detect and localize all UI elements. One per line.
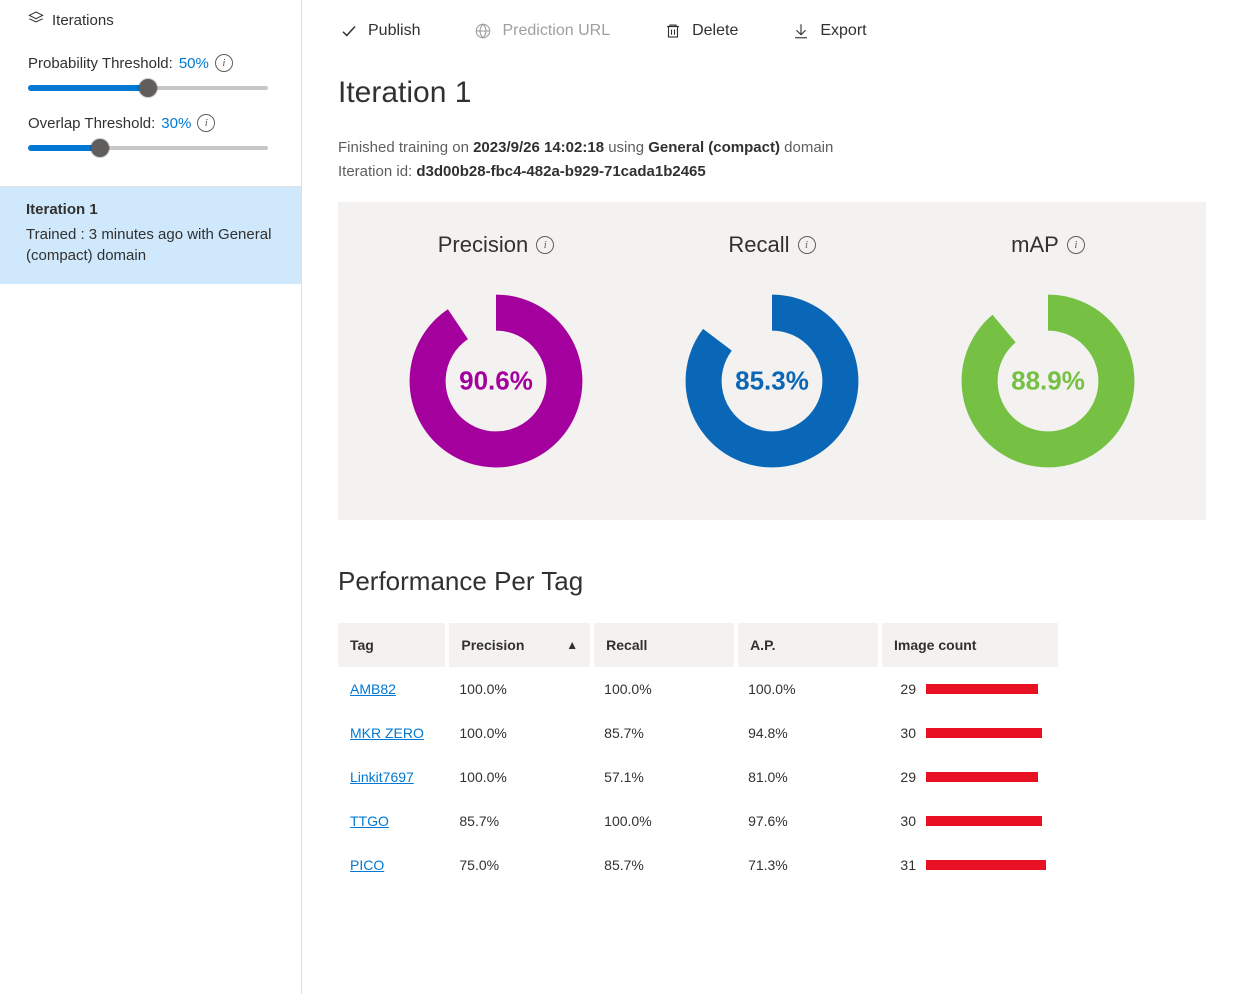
cell-recall: 100.0% (592, 799, 736, 843)
tag-link[interactable]: AMB82 (350, 681, 396, 697)
table-row: AMB82100.0%100.0%100.0%29 (338, 667, 1058, 711)
iterations-header-label: Iterations (52, 12, 114, 29)
overlap-threshold-row: Overlap Threshold: 30% i (28, 114, 287, 132)
overlap-threshold-value: 30% (161, 115, 191, 132)
cell-precision: 85.7% (447, 799, 592, 843)
main-content: Publish Prediction URL Delete (302, 0, 1250, 994)
image-count-cell: 31 (892, 857, 1046, 873)
cell-ap: 71.3% (736, 843, 880, 887)
delete-button[interactable]: Delete (664, 22, 738, 40)
cell-recall: 85.7% (592, 843, 736, 887)
map-stat: mAP i 88.9% (958, 232, 1138, 480)
sidebar: Iterations Probability Threshold: 50% i … (0, 0, 302, 994)
iteration-item-title: Iteration 1 (26, 201, 285, 218)
iteration-list-item[interactable]: Iteration 1 Trained : 3 minutes ago with… (0, 187, 301, 284)
cell-precision: 100.0% (447, 711, 592, 755)
probability-threshold-row: Probability Threshold: 50% i (28, 54, 287, 72)
precision-stat: Precision i 90.6% (406, 232, 586, 480)
map-value: 88.9% (1011, 366, 1085, 397)
globe-icon (474, 22, 492, 40)
performance-per-tag-title: Performance Per Tag (338, 566, 1206, 597)
info-icon[interactable]: i (798, 236, 816, 254)
col-recall[interactable]: Recall (592, 623, 736, 667)
prediction-url-button: Prediction URL (474, 22, 610, 40)
map-label: mAP (1011, 232, 1059, 258)
col-image-count[interactable]: Image count (880, 623, 1058, 667)
image-count-bar (926, 772, 1038, 782)
page-title: Iteration 1 (338, 76, 1206, 110)
image-count-cell: 30 (892, 725, 1046, 741)
sort-caret-icon: ▲ (566, 638, 578, 652)
recall-value: 85.3% (735, 366, 809, 397)
iterations-header: Iterations (28, 6, 287, 44)
publish-label: Publish (368, 22, 420, 40)
overlap-threshold-slider[interactable] (28, 138, 268, 158)
image-count-bar (926, 684, 1038, 694)
trash-icon (664, 22, 682, 40)
image-count-cell: 29 (892, 769, 1046, 785)
image-count-bar (926, 728, 1042, 738)
col-tag[interactable]: Tag (338, 623, 447, 667)
delete-label: Delete (692, 22, 738, 40)
cell-ap: 97.6% (736, 799, 880, 843)
iteration-id-line: Iteration id: d3d00b28-fbc4-482a-b929-71… (338, 160, 1206, 184)
check-icon (340, 22, 358, 40)
table-row: TTGO 85.7%100.0%97.6% 30 (338, 799, 1058, 843)
cell-ap: 94.8% (736, 711, 880, 755)
col-ap[interactable]: A.P. (736, 623, 880, 667)
cell-ap: 100.0% (736, 667, 880, 711)
table-row: PICO 75.0%85.7%71.3% 31 (338, 843, 1058, 887)
precision-label: Precision (438, 232, 528, 258)
info-icon[interactable]: i (536, 236, 554, 254)
info-icon[interactable]: i (1067, 236, 1085, 254)
recall-label: Recall (728, 232, 789, 258)
download-icon (792, 22, 810, 40)
cell-recall: 85.7% (592, 711, 736, 755)
image-count-bar (926, 860, 1046, 870)
probability-threshold-value: 50% (179, 55, 209, 72)
iteration-item-subtitle: Trained : 3 minutes ago with General (co… (26, 224, 285, 266)
export-button[interactable]: Export (792, 22, 866, 40)
cell-precision: 100.0% (447, 667, 592, 711)
image-count-cell: 29 (892, 681, 1046, 697)
stats-panel: Precision i 90.6% Recall i 85.3% (338, 202, 1206, 520)
table-row: MKR ZERO 100.0%85.7%94.8% 30 (338, 711, 1058, 755)
info-icon[interactable]: i (215, 54, 233, 72)
cell-ap: 81.0% (736, 755, 880, 799)
cell-recall: 57.1% (592, 755, 736, 799)
recall-stat: Recall i 85.3% (682, 232, 862, 480)
table-row: Linkit7697 100.0%57.1%81.0% 29 (338, 755, 1058, 799)
export-label: Export (820, 22, 866, 40)
cell-precision: 100.0% (447, 755, 592, 799)
cell-precision: 75.0% (447, 843, 592, 887)
image-count-cell: 30 (892, 813, 1046, 829)
precision-value: 90.6% (459, 366, 533, 397)
overlap-threshold-label: Overlap Threshold: (28, 115, 155, 132)
tag-link[interactable]: PICO (350, 857, 384, 873)
probability-threshold-label: Probability Threshold: (28, 55, 173, 72)
info-icon[interactable]: i (197, 114, 215, 132)
image-count-bar (926, 816, 1042, 826)
tag-link[interactable]: MKR ZERO (350, 725, 424, 741)
tag-link[interactable]: TTGO (350, 813, 389, 829)
publish-button[interactable]: Publish (340, 22, 420, 40)
performance-table: Tag Precision▲ Recall A.P. Image count A… (338, 623, 1058, 887)
col-precision[interactable]: Precision▲ (447, 623, 592, 667)
tag-link[interactable]: Linkit7697 (350, 769, 414, 785)
probability-threshold-slider[interactable] (28, 78, 268, 98)
training-meta: Finished training on 2023/9/26 14:02:18 … (338, 136, 1206, 160)
toolbar: Publish Prediction URL Delete (338, 0, 1206, 76)
cell-recall: 100.0% (592, 667, 736, 711)
prediction-url-label: Prediction URL (502, 22, 610, 40)
layers-icon (28, 10, 44, 30)
